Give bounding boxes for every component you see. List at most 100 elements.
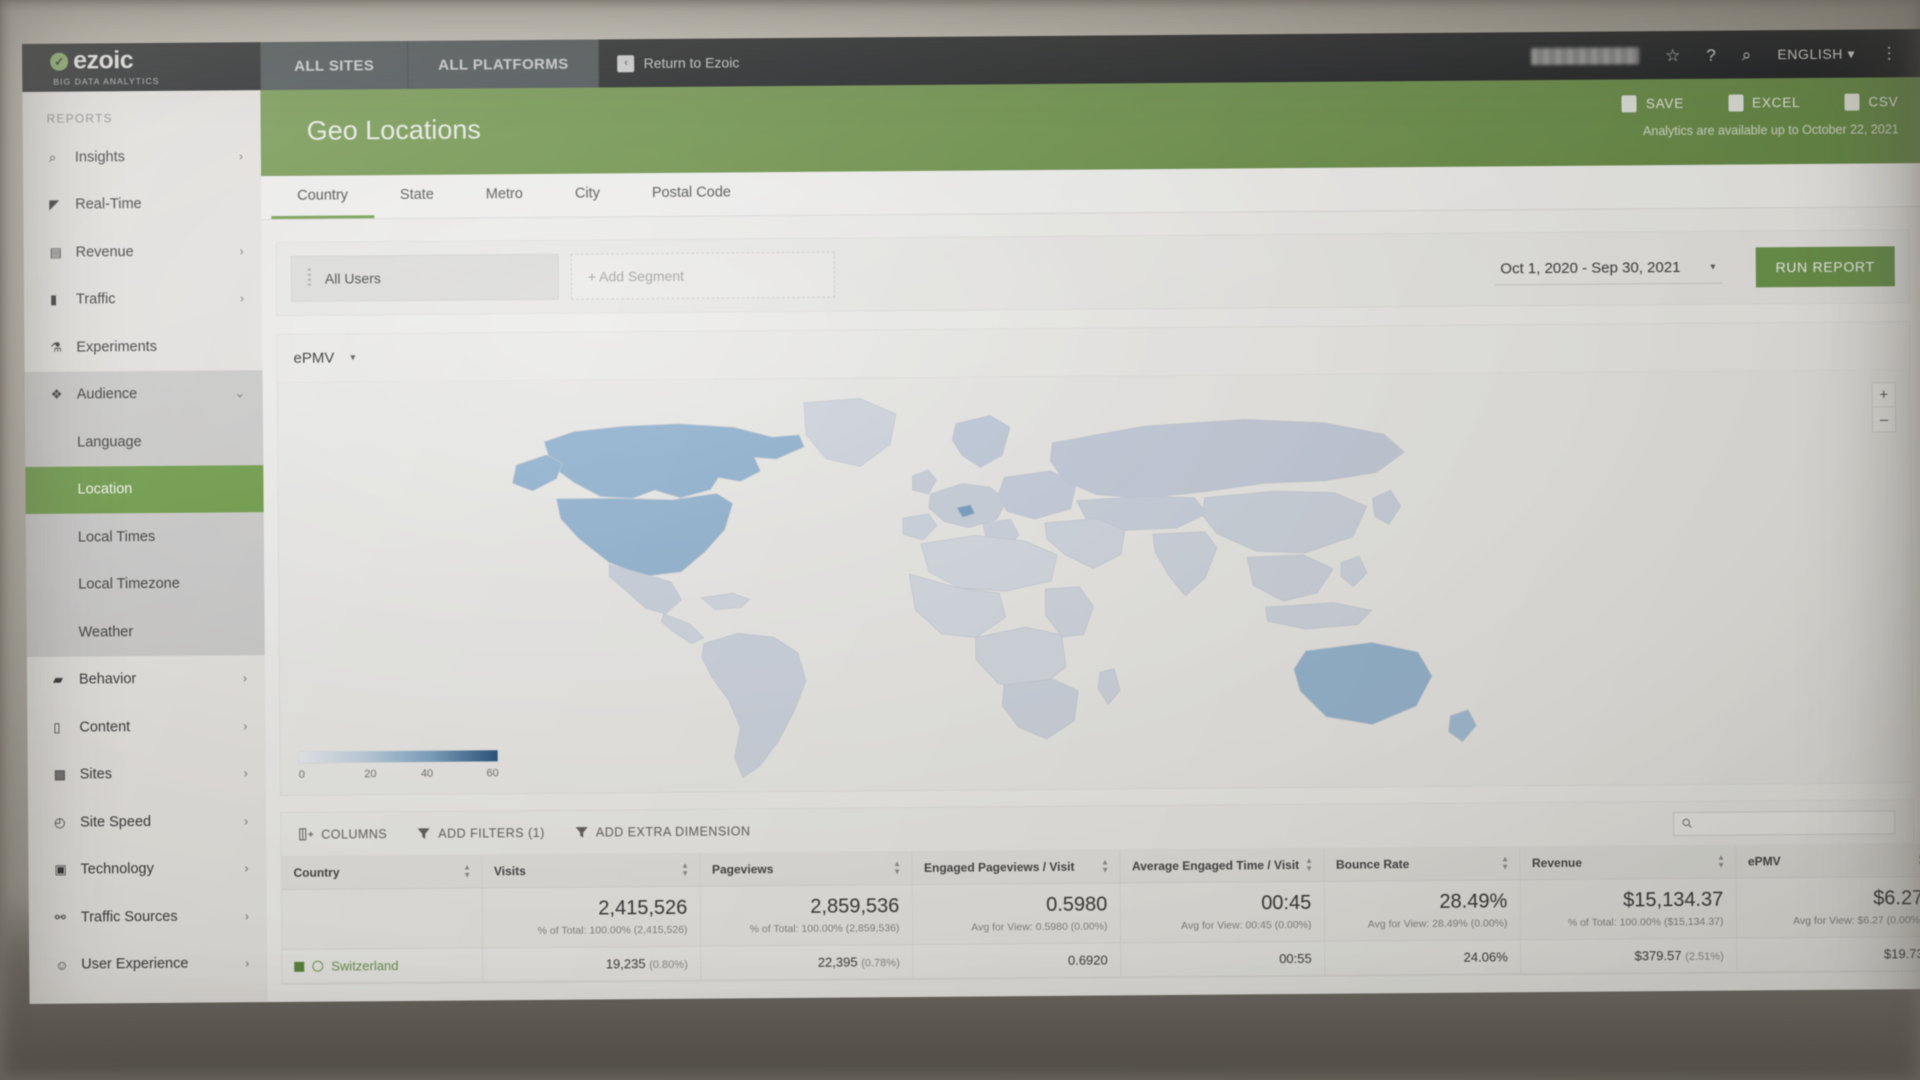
sidebar-item-label: Sites xyxy=(79,766,113,783)
metric-dropdown[interactable]: ePMV ▾ xyxy=(293,349,356,367)
sort-toggle-icon[interactable]: ▲ ▼ xyxy=(1305,856,1313,873)
csv-export-button[interactable]: CSV xyxy=(1844,93,1899,111)
column-header-engaged-pageviews-per-visit[interactable]: Engaged Pageviews / Visit ▲ ▼ xyxy=(911,850,1120,885)
sort-toggle-icon[interactable]: ▲ ▼ xyxy=(1501,854,1509,871)
map-legend: 0 20 40 60 xyxy=(298,749,499,781)
run-report-button[interactable]: RUN REPORT xyxy=(1755,246,1895,288)
sidebar-item-label: Site Speed xyxy=(80,813,152,831)
geo-data-table: Country ▲ ▼ Visits ▲ ▼ Pageviews ▲ ▼ Eng… xyxy=(281,843,1920,984)
tab-country[interactable]: Country xyxy=(271,175,375,220)
sidebar-item-content[interactable]: ▯ Content › xyxy=(27,702,265,751)
sort-toggle-icon[interactable]: ▲ ▼ xyxy=(463,862,471,879)
column-header-revenue[interactable]: Revenue ▲ ▼ xyxy=(1519,845,1736,880)
map-zoom-in-button[interactable]: + xyxy=(1872,383,1895,408)
return-to-ezoic-button[interactable]: ‹ Return to Ezoic xyxy=(599,38,757,87)
sort-toggle-icon[interactable]: ▲ ▼ xyxy=(1717,853,1725,870)
geo-map[interactable]: + – 0 20 40 60 xyxy=(277,370,1913,795)
overflow-menu-icon[interactable]: ⋮ xyxy=(1881,43,1896,63)
search-icon[interactable]: ⌕ xyxy=(1742,45,1752,64)
sidebar-item-traffic-sources[interactable]: ⚯ Traffic Sources › xyxy=(29,892,267,941)
column-header-bounce-rate[interactable]: Bounce Rate ▲ ▼ xyxy=(1323,847,1520,882)
save-button[interactable]: SAVE xyxy=(1621,95,1684,113)
brand-logo-block[interactable]: ✓ ezoic BIG DATA ANALYTICS xyxy=(22,42,261,92)
sidebar-item-behavior[interactable]: ▰ Behavior › xyxy=(27,655,265,704)
sidebar-item-user-experience[interactable]: ☺ User Experience › xyxy=(29,940,267,989)
sidebar-item-experiments[interactable]: ⚗ Experiments xyxy=(24,322,262,371)
legend-tick: 0 xyxy=(298,768,305,781)
summary-value: $6.27 xyxy=(1873,887,1920,910)
chevron-right-icon: › xyxy=(243,719,248,734)
column-label: Engaged Pageviews / Visit xyxy=(923,859,1075,875)
summary-value: 2,415,526 xyxy=(598,896,688,920)
country-name[interactable]: Switzerland xyxy=(331,958,398,974)
legend-tick: 40 xyxy=(420,767,434,780)
sidebar-item-technology[interactable]: ▣ Technology › xyxy=(28,845,266,894)
sidebar-item-traffic[interactable]: ▮ Traffic › xyxy=(24,275,262,324)
sidebar-item-site-speed[interactable]: ◴ Site Speed › xyxy=(28,797,266,846)
all-platforms-selector[interactable]: ALL PLATFORMS xyxy=(407,39,600,89)
add-extra-dimension-button[interactable]: ADD EXTRA DIMENSION xyxy=(575,824,751,839)
sidebar-item-local-timezone[interactable]: Local Timezone xyxy=(26,559,265,609)
search-icon xyxy=(1682,818,1692,829)
map-zoom-out-button[interactable]: – xyxy=(1873,407,1895,431)
chevron-right-icon: › xyxy=(244,813,249,829)
chevron-down-icon: ▾ xyxy=(350,352,356,364)
behavior-icon: ▰ xyxy=(52,671,64,688)
star-icon[interactable]: ☆ xyxy=(1665,45,1680,64)
photo-of-screen: ✓ ezoic BIG DATA ANALYTICS ALL SITES ALL… xyxy=(0,0,1920,1080)
sort-toggle-icon[interactable]: ▲ ▼ xyxy=(893,859,901,876)
sidebar-item-weather[interactable]: Weather xyxy=(26,607,265,657)
tab-state[interactable]: State xyxy=(374,175,460,219)
sidebar-item-location[interactable]: Location xyxy=(25,464,264,514)
sidebar-item-insights[interactable]: ⌕ Insights › xyxy=(23,132,261,181)
column-header-pageviews[interactable]: Pageviews ▲ ▼ xyxy=(699,852,912,887)
page-title: Geo Locations xyxy=(306,114,481,146)
sort-toggle-icon[interactable]: ▲ ▼ xyxy=(681,861,689,878)
excel-export-button[interactable]: EXCEL xyxy=(1727,94,1800,112)
cell-country[interactable]: Switzerland xyxy=(282,947,483,984)
region-new-zealand xyxy=(1448,709,1477,743)
region-japan xyxy=(1372,489,1402,525)
region-sea xyxy=(1246,554,1334,602)
cell-average-engaged-time: 00:55 xyxy=(1120,941,1325,977)
column-header-country[interactable]: Country ▲ ▼ xyxy=(281,855,482,890)
region-uk-ireland xyxy=(912,469,937,495)
tab-postal-code[interactable]: Postal Code xyxy=(626,172,757,216)
table-search-box[interactable] xyxy=(1673,809,1896,836)
column-header-epmv[interactable]: ePMV ▲ ▼ xyxy=(1735,843,1920,879)
tab-city[interactable]: City xyxy=(549,173,626,217)
content-icon: ▯ xyxy=(53,719,61,735)
all-sites-selector[interactable]: ALL SITES xyxy=(259,40,409,91)
language-selector[interactable]: ENGLISH ▾ xyxy=(1777,45,1855,63)
columns-button[interactable]: COLUMNS xyxy=(299,827,387,842)
main-content: Geo Locations SAVE EXCEL CSV Analytics a… xyxy=(260,77,1920,1003)
sort-toggle-icon[interactable]: ▲ ▼ xyxy=(1101,857,1109,874)
tab-metro[interactable]: Metro xyxy=(460,174,549,218)
sidebar-item-sites[interactable]: ▩ Sites › xyxy=(28,750,266,799)
table-search-input[interactable] xyxy=(1698,814,1887,831)
sidebar-item-language[interactable]: Language xyxy=(24,417,264,467)
return-to-ezoic-label: Return to Ezoic xyxy=(643,54,740,72)
data-table-card: COLUMNS ADD FILTERS (1) ADD EXTRA DIMENS… xyxy=(280,799,1920,985)
help-icon[interactable]: ? xyxy=(1706,45,1716,64)
region-philippines xyxy=(1340,556,1368,588)
add-filters-button[interactable]: ADD FILTERS (1) xyxy=(417,825,545,840)
segment-all-users[interactable]: All Users xyxy=(290,253,560,302)
sidebar-item-audience[interactable]: ❖ Audience ⌄ xyxy=(24,369,263,419)
sidebar-item-real-time[interactable]: ◤ Real-Time xyxy=(23,180,261,229)
drag-handle-icon[interactable] xyxy=(307,268,311,289)
add-segment-button[interactable]: + Add Segment xyxy=(570,251,836,300)
clock-icon xyxy=(312,960,324,972)
date-range-picker[interactable]: Oct 1, 2020 - Sep 30, 2021 ▾ xyxy=(1494,252,1722,285)
column-header-average-engaged-time-per-visit[interactable]: Average Engaged Time / Visit ▲ ▼ xyxy=(1119,848,1324,883)
metric-label: ePMV xyxy=(293,349,335,367)
technology-icon: ▣ xyxy=(54,861,67,878)
visits-percent: (0.80%) xyxy=(649,958,688,972)
sidebar-item-local-times[interactable]: Local Times xyxy=(25,512,265,562)
date-range-value: Oct 1, 2020 - Sep 30, 2021 xyxy=(1500,258,1681,277)
chevron-right-icon: › xyxy=(239,291,245,306)
region-madagascar xyxy=(1097,668,1121,706)
column-header-visits[interactable]: Visits ▲ ▼ xyxy=(481,853,700,888)
sidebar-item-revenue[interactable]: ▤ Revenue › xyxy=(23,227,261,276)
